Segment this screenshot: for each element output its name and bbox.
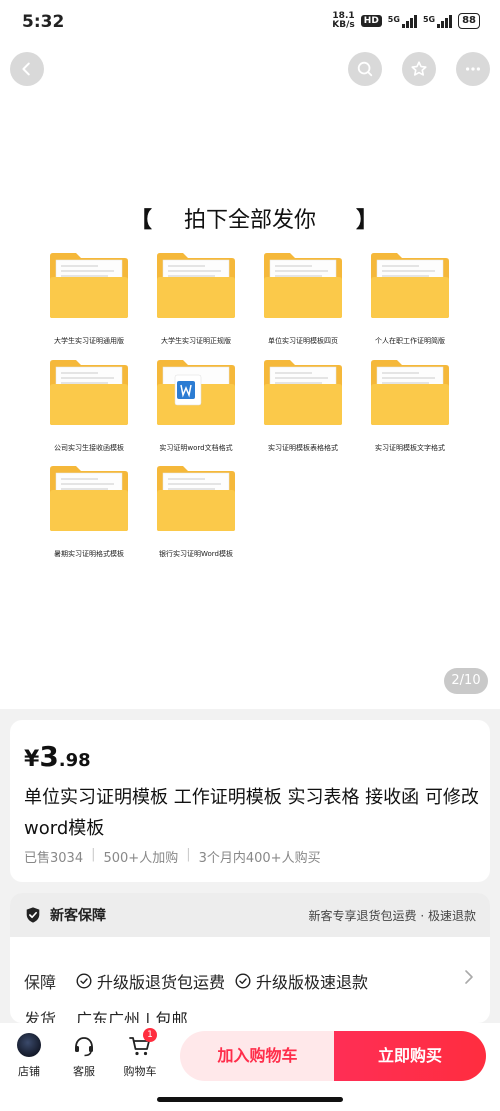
folder-icon bbox=[50, 466, 128, 531]
chevron-left-icon bbox=[22, 62, 30, 76]
headset-icon bbox=[75, 1037, 93, 1057]
guarantee-item: 升级版极速退款 bbox=[235, 969, 368, 993]
folder-icon bbox=[157, 360, 235, 425]
added-to-cart-count: 500+人加购 bbox=[103, 851, 179, 866]
status-bar: 5:32 18.1 KB/s HD 5G 5G 88 bbox=[0, 0, 500, 44]
folder-icon bbox=[264, 360, 342, 425]
folder-label: 实习证明模板文字格式 bbox=[375, 444, 445, 452]
price-integer: 3 bbox=[39, 740, 59, 773]
folder-thumbnail: 实习证明模板文字格式 bbox=[365, 357, 455, 457]
page-indicator: 2/10 bbox=[444, 668, 488, 694]
price-decimal: .98 bbox=[58, 750, 91, 771]
store-label: 店铺 bbox=[18, 1065, 40, 1078]
status-icons: 18.1 KB/s HD 5G 5G 88 bbox=[332, 12, 480, 30]
folder-thumbnail: 个人在职工作证明简版 bbox=[365, 250, 455, 350]
folder-thumbnail: 实习证明模板表格格式 bbox=[258, 357, 348, 457]
chevron-right-icon[interactable] bbox=[464, 969, 474, 985]
price: ¥3.98 bbox=[24, 740, 91, 773]
headline-bracket-left: 【 bbox=[130, 207, 153, 233]
cart-icon-wrap: 1 bbox=[127, 1028, 157, 1059]
add-to-cart-button[interactable]: 加入购物车 bbox=[180, 1031, 335, 1081]
signal-icon-2: 5G bbox=[422, 14, 453, 28]
folder-thumbnail: 实习证明word文档格式 bbox=[151, 357, 241, 457]
store-button[interactable]: 店铺 bbox=[4, 1033, 54, 1079]
battery-icon: 88 bbox=[458, 13, 480, 29]
folder-thumbnail: 公司实习生接收函模板 bbox=[44, 357, 134, 457]
home-indicator bbox=[157, 1097, 343, 1102]
recent-purchases: 3个月内400+人购买 bbox=[198, 851, 321, 866]
guarantee-item-text: 升级版退货包运费 bbox=[97, 973, 226, 992]
sales-stats: 已售3034 | 500+人加购 | 3个月内400+人购买 bbox=[24, 847, 321, 866]
folder-label: 银行实习证明Word模板 bbox=[159, 550, 233, 558]
star-icon bbox=[411, 61, 427, 76]
guarantee-title: 新客保障 bbox=[50, 908, 106, 924]
divider: | bbox=[186, 847, 191, 862]
favorite-button[interactable] bbox=[402, 52, 436, 86]
guarantee-item-text: 升级版极速退款 bbox=[256, 973, 369, 992]
signal-label: 5G bbox=[387, 14, 400, 24]
price-currency: ¥ bbox=[24, 747, 40, 772]
folder-label: 实习证明word文档格式 bbox=[159, 444, 233, 452]
cart-label: 购物车 bbox=[123, 1065, 157, 1078]
product-title: 单位实习证明模板 工作证明模板 实习表格 接收函 可修改word模板 bbox=[24, 787, 479, 839]
shipping-label: 发货 bbox=[24, 1010, 57, 1023]
folder-thumbnail: 大学生实习证明正规版 bbox=[151, 250, 241, 350]
cart-badge: 1 bbox=[143, 1028, 157, 1042]
folder-thumbnail: 银行实习证明Word模板 bbox=[151, 463, 241, 563]
guarantee-item: 升级版退货包运费 bbox=[76, 969, 225, 993]
divider: | bbox=[91, 847, 96, 862]
guarantee-header: 新客保障 新客专享退货包运费 · 极速退款 bbox=[10, 893, 490, 937]
folder-icon bbox=[264, 253, 342, 318]
product-info-card: ¥3.98 单位实习证明模板 工作证明模板 实习表格 接收函 可修改word模板… bbox=[10, 720, 490, 882]
hd-icon: HD bbox=[360, 15, 382, 27]
signal-label-2: 5G bbox=[422, 14, 436, 24]
search-button[interactable] bbox=[348, 52, 382, 86]
buy-now-button[interactable]: 立即购买 bbox=[334, 1031, 486, 1081]
shipping-value: 广东广州 | 包邮 bbox=[76, 1010, 188, 1023]
folder-icon bbox=[157, 253, 235, 318]
signal-icon: 5G bbox=[387, 14, 417, 28]
more-button[interactable] bbox=[456, 52, 490, 86]
headline-bracket-right: 】 bbox=[356, 207, 379, 233]
back-button[interactable] bbox=[10, 52, 44, 86]
service-label: 客服 bbox=[73, 1065, 95, 1078]
shipping-row[interactable]: 发货 广东广州 | 包邮 bbox=[24, 1006, 188, 1023]
folder-icon bbox=[50, 360, 128, 425]
guarantee-card[interactable]: 新客保障 新客专享退货包运费 · 极速退款 保障 升级版退货包运费 升级版极速退… bbox=[10, 893, 490, 1023]
folder-label: 暑期实习证明格式模板 bbox=[54, 550, 124, 558]
folder-thumbnail: 暑期实习证明格式模板 bbox=[44, 463, 134, 563]
search-icon bbox=[357, 61, 373, 77]
shield-check-icon bbox=[26, 907, 40, 923]
folder-label: 公司实习生接收函模板 bbox=[54, 444, 124, 452]
check-circle-icon bbox=[76, 973, 92, 989]
guarantee-label: 保障 bbox=[24, 973, 57, 992]
store-avatar bbox=[17, 1033, 41, 1057]
image-headline: 【 拍下全部发你 】 bbox=[0, 202, 500, 234]
bottom-action-bar: 店铺 客服 1 购物车 加入购物车 立即购买 bbox=[0, 1023, 500, 1111]
network-speed-unit: KB/s bbox=[332, 20, 355, 30]
network-speed: 18.1 KB/s bbox=[332, 12, 354, 30]
status-time: 5:32 bbox=[22, 12, 65, 32]
check-circle-icon bbox=[235, 973, 251, 989]
cart-button[interactable]: 1 购物车 bbox=[115, 1028, 165, 1079]
folder-icon bbox=[50, 253, 128, 318]
folder-label: 实习证明模板表格格式 bbox=[268, 444, 338, 452]
folder-label: 个人在职工作证明简版 bbox=[375, 337, 445, 345]
guarantee-row[interactable]: 保障 升级版退货包运费 升级版极速退款 bbox=[24, 969, 378, 993]
folder-thumbnail: 大学生实习证明通用版 bbox=[44, 250, 134, 350]
folder-label: 大学生实习证明通用版 bbox=[54, 337, 124, 345]
folder-label: 大学生实习证明正规版 bbox=[161, 337, 231, 345]
customer-service-button[interactable]: 客服 bbox=[59, 1033, 109, 1079]
guarantee-subtitle: 新客专享退货包运费 · 极速退款 bbox=[308, 908, 476, 923]
more-icon bbox=[465, 67, 481, 71]
folder-label: 单位实习证明模板四页 bbox=[268, 337, 338, 345]
folder-icon bbox=[371, 253, 449, 318]
folder-thumbnail: 单位实习证明模板四页 bbox=[258, 250, 348, 350]
sold-count: 已售3034 bbox=[24, 851, 84, 866]
product-image-gallery[interactable]: 【 拍下全部发你 】 大学生实习证明通用版 大学生实习证明正规版 单位实习证明模板四… bbox=[0, 44, 500, 709]
folder-icon bbox=[157, 466, 235, 531]
headline-text: 拍下全部发你 bbox=[183, 208, 316, 233]
folder-icon bbox=[371, 360, 449, 425]
